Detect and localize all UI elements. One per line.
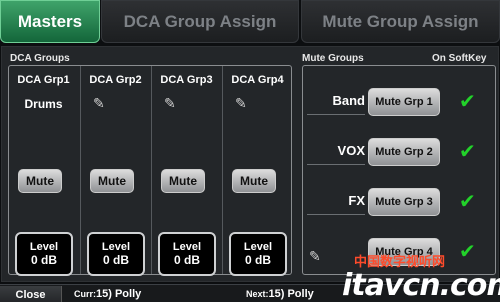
next-value: 15) Polly bbox=[268, 288, 314, 300]
mute-grp-2-button[interactable]: Mute Grp 2 bbox=[368, 138, 440, 166]
level-value: 0 dB bbox=[173, 253, 200, 267]
mute-group-label[interactable]: VOX bbox=[338, 143, 365, 158]
dca-group-name: DCA Grp2 bbox=[89, 74, 142, 86]
watermark-text: itavcn.com bbox=[342, 268, 500, 302]
tab-dca-group-assign[interactable]: DCA Group Assign bbox=[101, 0, 299, 43]
level-title: Level bbox=[29, 241, 59, 253]
level-title: Level bbox=[243, 241, 273, 253]
mute-grp-1-button[interactable]: Mute Grp 1 bbox=[368, 88, 440, 116]
mute-group-label[interactable]: Band bbox=[333, 93, 366, 108]
dca-2-level-box[interactable]: Level 0 dB bbox=[87, 232, 145, 276]
pencil-icon[interactable]: ✎ bbox=[93, 95, 105, 112]
dca-group-name: DCA Grp1 bbox=[17, 74, 70, 86]
masters-panel: DCA Groups Mute Groups On SoftKey DCA Gr… bbox=[1, 46, 499, 282]
label-underline bbox=[307, 114, 365, 115]
dca-3-mute-button[interactable]: Mute bbox=[161, 169, 205, 193]
pencil-icon[interactable]: ✎ bbox=[235, 95, 247, 112]
level-value: 0 dB bbox=[30, 253, 57, 267]
dca-4-level-box[interactable]: Level 0 dB bbox=[229, 232, 287, 276]
dca-group-label[interactable]: Drums bbox=[9, 97, 78, 111]
dca-2-mute-button[interactable]: Mute bbox=[90, 169, 134, 193]
pencil-icon[interactable]: ✎ bbox=[164, 95, 176, 112]
next-key: Next: bbox=[246, 289, 269, 299]
dca-1-level-box[interactable]: Level 0 dB bbox=[15, 232, 73, 276]
dca-4-mute-button[interactable]: Mute bbox=[232, 169, 276, 193]
label-underline bbox=[307, 214, 365, 215]
next-scene: Next:15) Polly bbox=[246, 288, 314, 300]
dca-group-1: DCA Grp1 Drums Mute Level 0 dB bbox=[9, 66, 78, 276]
pencil-icon[interactable]: ✎ bbox=[309, 248, 321, 265]
dca-groups-area: DCA Grp1 Drums Mute Level 0 dB DCA Grp2 … bbox=[8, 65, 292, 276]
dca-group-4: DCA Grp4 ✎ Mute Level 0 dB bbox=[222, 66, 291, 276]
mute-group-label[interactable]: FX bbox=[348, 193, 365, 208]
checkmark-icon[interactable]: ✔ bbox=[459, 139, 476, 164]
dca-3-level-box[interactable]: Level 0 dB bbox=[158, 232, 216, 276]
on-softkey-title: On SoftKey bbox=[432, 53, 487, 64]
dca-groups-title: DCA Groups bbox=[10, 53, 70, 64]
tab-mute-group-assign[interactable]: Mute Group Assign bbox=[301, 0, 500, 43]
tab-masters[interactable]: Masters bbox=[0, 0, 100, 43]
watermark: 中国数字视听网 itavcn.com bbox=[342, 250, 500, 302]
level-title: Level bbox=[101, 241, 131, 253]
dca-group-name: DCA Grp3 bbox=[160, 74, 213, 86]
mute-group-row: VOX Mute Grp 2 ✔ bbox=[303, 130, 495, 180]
dca-1-mute-button[interactable]: Mute bbox=[18, 169, 62, 193]
current-scene: Curr:15) Polly bbox=[74, 288, 141, 300]
mute-group-row: Band Mute Grp 1 ✔ bbox=[303, 80, 495, 130]
mute-groups-title: Mute Groups bbox=[302, 53, 364, 64]
level-title: Level bbox=[172, 241, 202, 253]
dca-group-3: DCA Grp3 ✎ Mute Level 0 dB bbox=[151, 66, 220, 276]
dca-group-2: DCA Grp2 ✎ Mute Level 0 dB bbox=[80, 66, 149, 276]
current-key: Curr: bbox=[74, 289, 96, 299]
dca-group-name: DCA Grp4 bbox=[231, 74, 284, 86]
level-value: 0 dB bbox=[102, 253, 129, 267]
mute-grp-3-button[interactable]: Mute Grp 3 bbox=[368, 188, 440, 216]
checkmark-icon[interactable]: ✔ bbox=[459, 189, 476, 214]
checkmark-icon[interactable]: ✔ bbox=[459, 89, 476, 114]
mute-group-row: FX Mute Grp 3 ✔ bbox=[303, 180, 495, 230]
level-value: 0 dB bbox=[244, 253, 271, 267]
current-value: 15) Polly bbox=[96, 288, 142, 300]
mute-groups-area: Band Mute Grp 1 ✔ VOX Mute Grp 2 ✔ FX Mu… bbox=[302, 65, 496, 275]
close-button[interactable]: Close bbox=[0, 286, 62, 302]
label-underline bbox=[307, 164, 365, 165]
